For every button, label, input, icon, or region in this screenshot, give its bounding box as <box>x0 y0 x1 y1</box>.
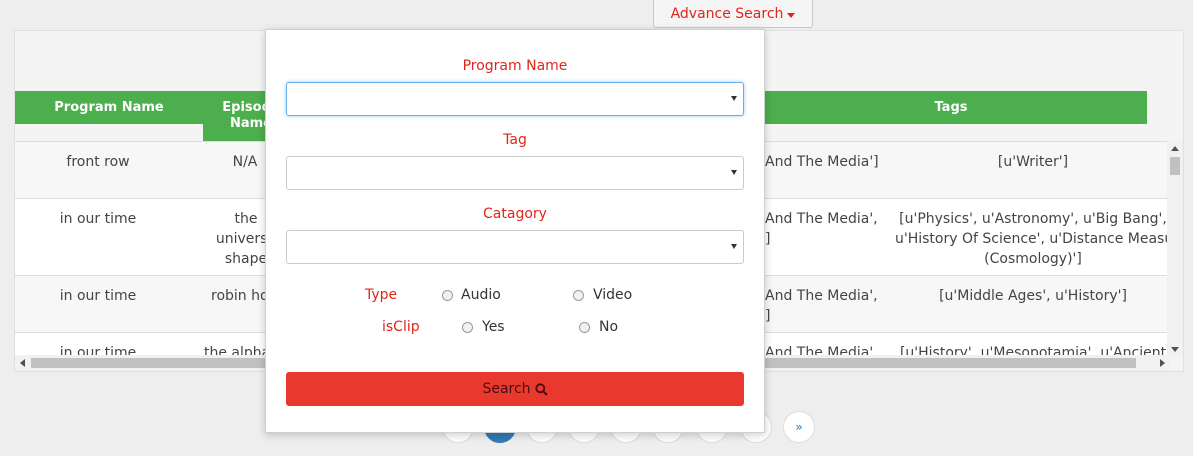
tag-select[interactable] <box>286 156 744 190</box>
dropdown-arrow-icon <box>731 170 737 175</box>
dropdown-arrow-icon <box>731 96 737 101</box>
cell-tags: [u'Writer'] <box>895 152 1170 172</box>
cell-tags-line: (Cosmology)'] <box>984 251 1082 267</box>
dropdown-arrow-icon <box>731 244 737 249</box>
cell-episode-line: N/A <box>232 154 258 170</box>
cell-tags-line: u'History Of Science', u'Distance Measur… <box>895 231 1170 247</box>
next-page-button[interactable]: » <box>783 411 815 443</box>
isclip-yes-label[interactable]: Yes <box>482 319 505 335</box>
type-audio-radio[interactable] <box>442 290 453 301</box>
cell-tags-line: [u'Middle Ages', u'History'] <box>939 288 1127 304</box>
cell-category-line: And The Media', <box>765 288 878 304</box>
type-label: Type <box>365 287 398 303</box>
cell-program: in our time <box>59 288 137 304</box>
isclip-yes-radio[interactable] <box>462 322 473 333</box>
cell-tags-line: [u'Physics', u'Astronomy', u'Big Bang', <box>899 211 1167 227</box>
isclip-no-radio[interactable] <box>579 322 590 333</box>
search-button-label: Search <box>482 381 531 397</box>
cell-category: And The Media', ] <box>765 209 878 249</box>
advance-search-dropdown: Program Name Tag Catagory Type Audio Vid… <box>265 29 765 433</box>
vertical-scroll-thumb[interactable] <box>1170 157 1180 175</box>
isclip-no-label[interactable]: No <box>599 319 618 335</box>
category-label: Catagory <box>483 206 547 222</box>
vertical-scrollbar[interactable] <box>1167 141 1183 357</box>
cell-category: And The Media'] <box>765 152 879 172</box>
tag-label: Tag <box>503 132 527 148</box>
cell-program: in our time <box>59 211 137 227</box>
cell-category-line: ] <box>765 308 771 324</box>
cell-tags: [u'Middle Ages', u'History'] <box>895 286 1170 306</box>
search-icon <box>534 382 548 396</box>
program-name-label: Program Name <box>462 58 568 74</box>
scroll-right-icon[interactable] <box>1160 359 1165 367</box>
cell-category: And The Media', ] <box>765 286 878 326</box>
search-button[interactable]: Search <box>286 372 744 406</box>
isclip-label: isClip <box>382 319 420 335</box>
header-tags[interactable]: Tags <box>755 91 1147 124</box>
cell-tags: [u'Physics', u'Astronomy', u'Big Bang', … <box>895 209 1170 269</box>
cell-category-line: And The Media'] <box>765 154 879 170</box>
caret-down-icon <box>787 12 796 18</box>
cell-category-line: And The Media', <box>765 211 878 227</box>
type-audio-label[interactable]: Audio <box>461 287 501 303</box>
program-name-select[interactable] <box>286 82 744 116</box>
scroll-down-icon[interactable] <box>1171 347 1179 352</box>
advance-search-label: Advance Search <box>670 6 784 22</box>
type-video-radio[interactable] <box>573 290 584 301</box>
cell-tags-line: [u'Writer'] <box>997 154 1069 170</box>
type-video-label[interactable]: Video <box>593 287 632 303</box>
cell-category-line: ] <box>765 231 771 247</box>
advance-search-toggle[interactable]: Advance Search <box>653 0 813 28</box>
scroll-left-icon[interactable] <box>20 359 25 367</box>
scroll-up-icon[interactable] <box>1171 146 1179 151</box>
header-program-name[interactable]: Program Name <box>15 91 203 124</box>
category-select[interactable] <box>286 230 744 264</box>
cell-episode: N/A <box>220 152 270 172</box>
cell-program: front row <box>66 154 130 170</box>
